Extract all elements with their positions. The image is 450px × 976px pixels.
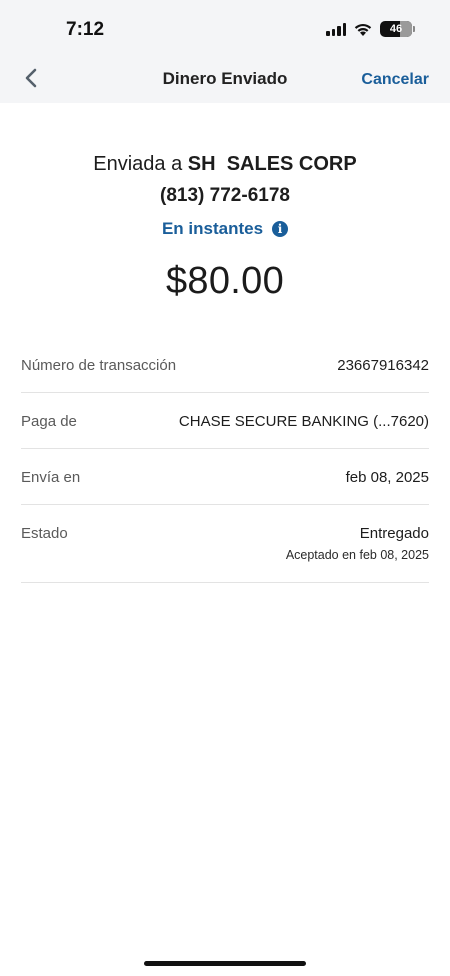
transfer-summary: Enviada a SH SALES CORP (813) 772-6178 E… bbox=[0, 150, 450, 303]
status-accepted-date: Aceptado en feb 08, 2025 bbox=[285, 548, 429, 562]
detail-value: CHASE SECURE BANKING (...7620) bbox=[178, 413, 429, 430]
detail-value: feb 08, 2025 bbox=[345, 469, 429, 486]
delivery-speed: En instantes i bbox=[161, 219, 289, 239]
wifi-icon bbox=[353, 22, 373, 37]
info-icon[interactable]: i bbox=[272, 221, 289, 237]
detail-label: Paga de bbox=[21, 413, 77, 430]
delivery-speed-label: En instantes bbox=[161, 219, 264, 238]
nav-bar: Dinero Enviado Cancelar bbox=[0, 58, 450, 103]
cancel-button[interactable]: Cancelar bbox=[361, 71, 429, 89]
status-bar: 7:12 46 bbox=[0, 0, 450, 58]
detail-row-status: Estado Entregado Aceptado en feb 08, 202… bbox=[21, 505, 429, 583]
detail-label: Estado bbox=[21, 525, 68, 542]
signal-icon bbox=[326, 22, 346, 36]
amount: $80.00 bbox=[165, 260, 285, 302]
recipient-line: Enviada a SH SALES CORP bbox=[0, 150, 450, 178]
status-time: 7:12 bbox=[66, 19, 105, 40]
detail-row-paid-from: Paga de CHASE SECURE BANKING (...7620) bbox=[21, 393, 429, 449]
detail-label: Número de transacción bbox=[21, 357, 177, 374]
status-icons: 46 bbox=[326, 21, 415, 37]
transaction-details: Número de transacción 23667916342 Paga d… bbox=[21, 337, 429, 583]
detail-row-send-date: Envía en feb 08, 2025 bbox=[21, 449, 429, 505]
battery-level: 46 bbox=[389, 23, 403, 35]
status-value: Entregado bbox=[359, 525, 429, 542]
battery-icon: 46 bbox=[380, 21, 415, 37]
home-indicator[interactable] bbox=[144, 961, 306, 966]
status-values: Entregado Aceptado en feb 08, 2025 bbox=[286, 525, 429, 562]
recipient-name: SH SALES CORP bbox=[187, 153, 357, 175]
detail-value: 23667916342 bbox=[337, 357, 429, 374]
detail-row-transaction-number: Número de transacción 23667916342 bbox=[21, 337, 429, 393]
detail-label: Envía en bbox=[21, 469, 81, 486]
sent-prefix: Enviada a bbox=[93, 153, 183, 175]
recipient-phone: (813) 772-6178 bbox=[160, 185, 290, 206]
